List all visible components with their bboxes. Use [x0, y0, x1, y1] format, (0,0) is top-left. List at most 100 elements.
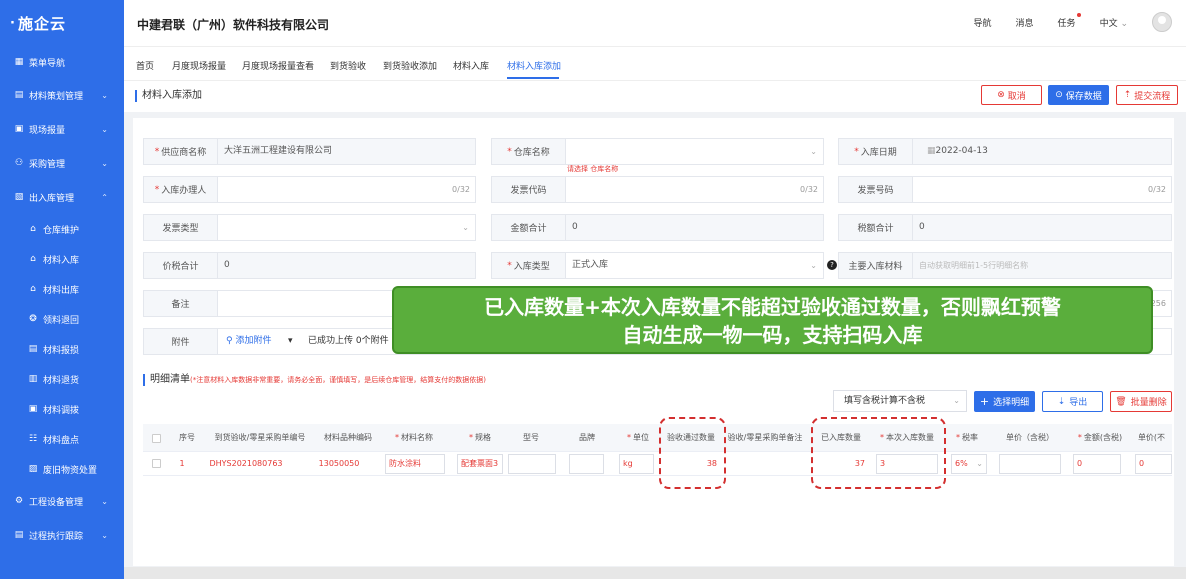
cell-price-input[interactable]: [999, 454, 1061, 474]
main-material-placeholder: 自动获取明细前1-5行明细名称: [919, 261, 1029, 270]
tree-icon: ⚇: [14, 158, 24, 168]
tab-arrival-check[interactable]: 到货验收: [330, 59, 366, 72]
main-material-field: 主要入库材料 自动获取明细前1-5行明细名称: [838, 252, 1172, 279]
house-out-icon: ⌂: [30, 284, 36, 294]
chevron-down-icon: ⌄: [101, 90, 108, 100]
col-model: 型号: [523, 433, 539, 442]
messages-link[interactable]: 消息: [1016, 16, 1034, 29]
stack-icon: ☷: [28, 434, 38, 444]
cell-brand-input[interactable]: [569, 454, 604, 474]
sidebar-item-site-report[interactable]: ▣ 现场报量 ⌄: [0, 112, 124, 146]
sidebar-item-tracking[interactable]: ▤ 过程执行跟踪 ⌄: [0, 518, 124, 552]
chevron-down-icon: ⌄: [101, 124, 108, 134]
highlight-stocked-current: [811, 417, 946, 489]
calendar-icon: ▦: [927, 146, 936, 156]
save-button[interactable]: ⊙ 保存数据: [1048, 85, 1109, 105]
cell-model-input[interactable]: [508, 454, 556, 474]
invoice-type-select[interactable]: 发票类型 ⌄: [143, 214, 476, 241]
nav-link[interactable]: 导航: [974, 16, 992, 29]
active-tab-indicator: [507, 77, 559, 79]
gear-icon: ⚙: [14, 496, 24, 506]
download-icon: ⇣: [1057, 396, 1066, 407]
col-amount: * 金额(含税): [1077, 433, 1123, 442]
choose-detail-button[interactable]: + 选择明细: [974, 391, 1035, 412]
language-select[interactable]: 中文 ⌄: [1100, 16, 1128, 29]
cell-price-ex-input[interactable]: 0: [1135, 454, 1172, 474]
sidebar-item-return[interactable]: ❂ 领料退回: [0, 304, 124, 334]
total-field: 价税合计 0: [143, 252, 476, 279]
banner-line-2: 自动生成一物一码，支持扫码入库: [622, 323, 923, 347]
batch-delete-button[interactable]: 🗑 批量删除: [1110, 391, 1172, 412]
row-checkbox[interactable]: [152, 459, 161, 468]
tax-field: 税额合计 0: [838, 214, 1172, 241]
handler-count: 0/32: [452, 185, 470, 194]
bottom-bar: [124, 567, 1186, 579]
date-label: * 入库日期: [839, 139, 913, 164]
handler-input[interactable]: * 入库办理人 0/32: [143, 176, 476, 203]
col-order: 到货验收/零星采购单编号: [214, 433, 306, 442]
sidebar-item-warehouse[interactable]: ⌂ 仓库维护: [0, 214, 124, 244]
tab-material-in[interactable]: 材料入库: [453, 59, 489, 72]
invoice-no-label: 发票号码: [839, 177, 913, 202]
cancel-label: 取消: [1007, 91, 1026, 102]
supplier-field[interactable]: * 供应商名称 大洋五洲工程建设有限公司: [143, 138, 476, 165]
tab-arrival-check-add[interactable]: 到货验收添加: [383, 59, 437, 72]
in-type-label: * 入库类型: [492, 253, 566, 278]
add-attachment-link[interactable]: ⚲ 添加附件: [226, 329, 271, 354]
cell-name-input[interactable]: 防水涂料: [385, 454, 445, 474]
col-no: 序号: [179, 433, 195, 442]
sidebar-item-menu-nav[interactable]: ▦ 菜单导航: [0, 46, 124, 78]
invoice-code-input[interactable]: 发票代码 0/32: [491, 176, 824, 203]
sidebar-item-purchase[interactable]: ⚇ 采购管理 ⌄: [0, 146, 124, 180]
sidebar-item-inout[interactable]: ▧ 出入库管理 ⌃: [0, 180, 124, 214]
col-code: 材料品种编码: [324, 433, 372, 442]
save-label: 保存数据: [1065, 91, 1102, 102]
tax-mode-select[interactable]: 填写含税计算不含税 ⌄: [833, 390, 967, 412]
detail-title: 明细清单(*注意材料入库数据非常重要，请务必全面，谨慎填写，是后续仓库管理，结算…: [143, 374, 486, 386]
logo-text: 施企云: [17, 14, 66, 33]
col-brand: 品牌: [579, 433, 595, 442]
sidebar-item-material-in[interactable]: ⌂ 材料入库: [0, 244, 124, 274]
warehouse-select[interactable]: * 仓库名称 ⌄: [491, 138, 824, 165]
tasks-link[interactable]: 任务: [1057, 12, 1081, 29]
avatar[interactable]: [1152, 12, 1172, 32]
recycle-icon: ▨: [28, 464, 38, 474]
banner-line-1: 已入库数量+本次入库数量不能超过验收通过数量，否则飘红预警: [484, 295, 1061, 319]
export-button[interactable]: ⇣ 导出: [1042, 391, 1103, 412]
submit-flow-button[interactable]: ⇡ 提交流程: [1116, 85, 1178, 105]
cell-amount-input[interactable]: 0: [1073, 454, 1121, 474]
sidebar-item-disposal[interactable]: ▨ 废旧物资处置: [0, 454, 124, 484]
tab-monthly-report[interactable]: 月度现场报量: [172, 59, 226, 72]
cancel-button[interactable]: ⊗ 取消: [981, 85, 1042, 105]
sidebar-item-label: 仓库维护: [43, 225, 80, 236]
col-tax-rate: * 税率: [956, 433, 978, 442]
cell-unit-input[interactable]: kg: [619, 454, 654, 474]
check-circle-icon: ⊙: [1055, 90, 1063, 100]
sidebar-item-refund[interactable]: ▥ 材料退货: [0, 364, 124, 394]
cell-spec-input[interactable]: 配套票面3: [457, 454, 503, 474]
attachment-dropdown-icon[interactable]: ▾: [288, 329, 293, 354]
select-all-checkbox[interactable]: [152, 434, 161, 443]
language-label: 中文: [1099, 18, 1118, 29]
tab-home[interactable]: 首页: [136, 59, 154, 72]
col-price: 单价（含税）: [1006, 433, 1054, 442]
invoice-no-input[interactable]: 发票号码 0/32: [838, 176, 1172, 203]
sidebar-item-equipment[interactable]: ⚙ 工程设备管理 ⌄: [0, 484, 124, 518]
app-logo[interactable]: · 施企云: [0, 0, 124, 46]
tab-material-in-add[interactable]: 材料入库添加: [507, 59, 561, 72]
tasks-label: 任务: [1057, 18, 1076, 29]
sidebar-item-material-out[interactable]: ⌂ 材料出库: [0, 274, 124, 304]
page-title: 材料入库添加: [135, 90, 202, 102]
remark-count: 256: [1150, 299, 1166, 308]
grid-icon: ▦: [14, 57, 24, 67]
sidebar-item-damage[interactable]: ▤ 材料报损: [0, 334, 124, 364]
sidebar-item-transfer[interactable]: ▣ 材料调拨: [0, 394, 124, 424]
date-field[interactable]: * 入库日期 ▦2022-04-13: [838, 138, 1172, 165]
cell-tax-rate-select[interactable]: 6% ⌄: [951, 454, 987, 474]
sidebar-item-inventory[interactable]: ☷ 材料盘点: [0, 424, 124, 454]
help-icon[interactable]: ?: [827, 260, 837, 270]
in-type-select[interactable]: * 入库类型 正式入库 ⌄: [491, 252, 824, 279]
tab-monthly-report-view[interactable]: 月度现场报量查看: [242, 59, 314, 72]
amount-label: 金额合计: [492, 215, 566, 240]
sidebar-item-material-plan[interactable]: ▤ 材料策划管理 ⌄: [0, 78, 124, 112]
